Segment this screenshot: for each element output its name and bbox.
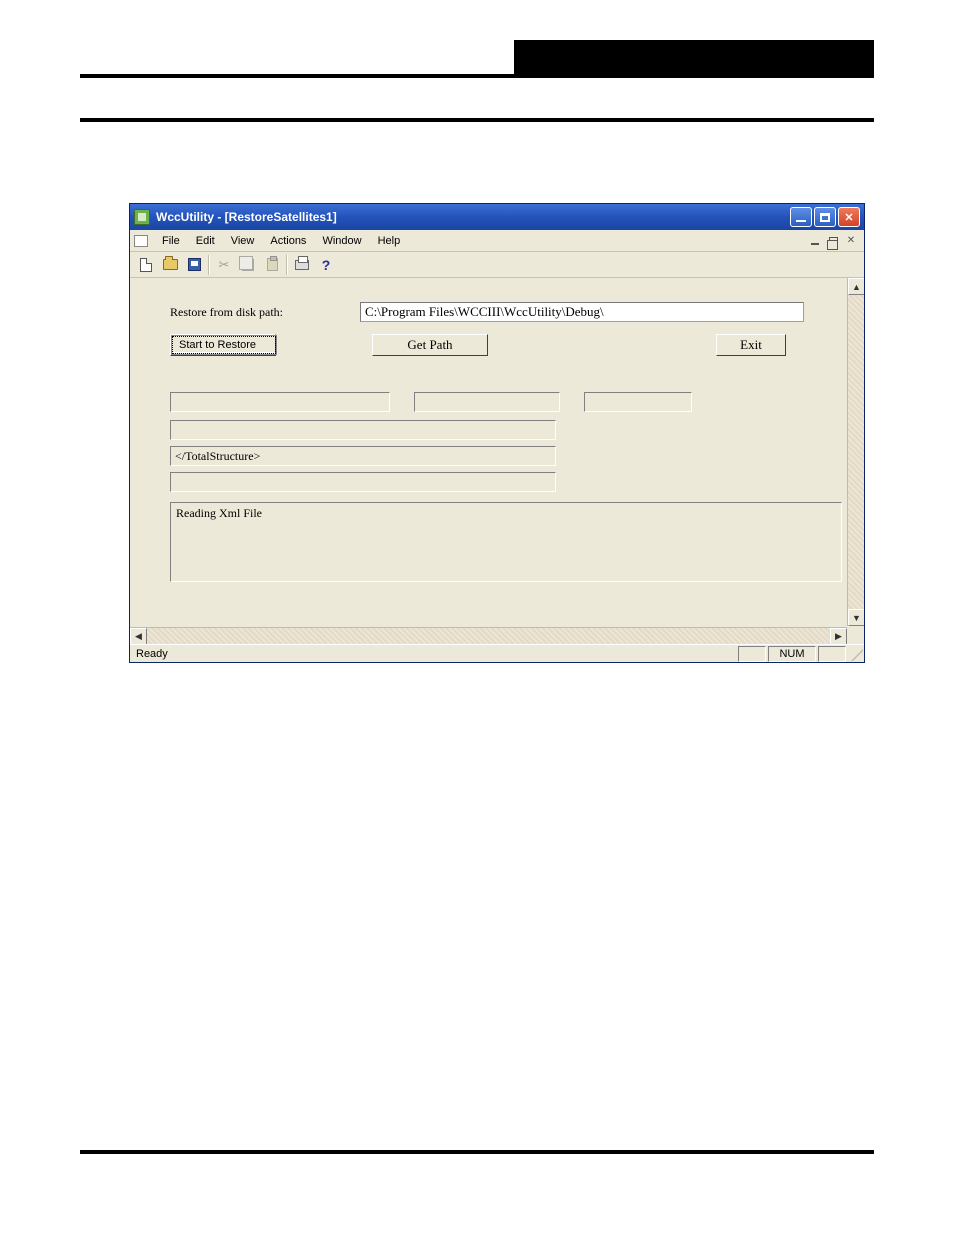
status-field-3 <box>584 392 692 412</box>
menu-actions[interactable]: Actions <box>262 232 314 250</box>
rule-1 <box>80 74 874 78</box>
path-label: Restore from disk path: <box>170 305 360 320</box>
window-title: WccUtility - [RestoreSatellites1] <box>156 210 790 224</box>
toolbar-new-button[interactable] <box>134 254 158 276</box>
horizontal-scrollbar[interactable]: ◀ ▶ <box>130 627 847 644</box>
status-cell-blank <box>738 646 766 662</box>
paste-icon <box>267 258 278 271</box>
menu-file[interactable]: File <box>154 232 188 250</box>
scroll-track[interactable] <box>848 295 864 609</box>
menu-edit[interactable]: Edit <box>188 232 223 250</box>
status-line-b: </TotalStructure> <box>170 446 556 466</box>
mdi-restore-button[interactable] <box>824 233 842 249</box>
new-file-icon <box>140 258 152 272</box>
get-path-button[interactable]: Get Path <box>372 334 488 356</box>
status-numlock: NUM <box>768 646 816 662</box>
mdi-close-button[interactable] <box>842 233 860 249</box>
print-icon <box>295 260 309 270</box>
toolbar-cut-button[interactable]: ✂ <box>212 254 236 276</box>
titlebar[interactable]: WccUtility - [RestoreSatellites1] <box>130 204 864 230</box>
exit-button[interactable]: Exit <box>716 334 786 356</box>
help-icon: ? <box>322 257 331 273</box>
status-cell-blank2 <box>818 646 846 662</box>
toolbar-save-button[interactable] <box>182 254 206 276</box>
cut-icon: ✂ <box>219 257 230 273</box>
window-minimize-button[interactable] <box>790 207 812 227</box>
rule-3 <box>80 1150 874 1154</box>
app-window: WccUtility - [RestoreSatellites1] File E… <box>129 203 865 663</box>
open-folder-icon <box>163 259 178 270</box>
menu-view[interactable]: View <box>223 232 263 250</box>
toolbar-open-button[interactable] <box>158 254 182 276</box>
toolbar: ✂ ? <box>130 252 864 278</box>
toolbar-separator <box>208 255 210 275</box>
start-restore-button[interactable]: Start to Restore <box>172 336 276 354</box>
header-black-block <box>514 40 874 74</box>
copy-icon <box>242 259 254 271</box>
restore-path-input[interactable] <box>360 302 804 322</box>
status-line-a <box>170 420 556 440</box>
toolbar-separator <box>286 255 288 275</box>
vertical-scrollbar[interactable]: ▲ ▼ <box>847 278 864 626</box>
status-field-1 <box>170 392 390 412</box>
scroll-track[interactable] <box>147 628 830 644</box>
scroll-corner <box>847 627 864 644</box>
mdi-minimize-button[interactable] <box>806 233 824 249</box>
status-line-c <box>170 472 556 492</box>
window-close-button[interactable] <box>838 207 860 227</box>
scroll-up-button[interactable]: ▲ <box>848 278 864 295</box>
client-area: Restore from disk path: Start to Restore… <box>130 278 864 644</box>
app-icon <box>134 209 150 225</box>
window-maximize-button[interactable] <box>814 207 836 227</box>
status-ready: Ready <box>130 648 738 660</box>
menu-window[interactable]: Window <box>314 232 369 250</box>
rule-2 <box>80 118 874 122</box>
menubar: File Edit View Actions Window Help <box>130 230 864 252</box>
log-output: Reading Xml File <box>170 502 842 582</box>
scroll-left-button[interactable]: ◀ <box>130 628 147 644</box>
menu-help[interactable]: Help <box>370 232 409 250</box>
toolbar-help-button[interactable]: ? <box>314 254 338 276</box>
mdi-document-icon[interactable] <box>134 235 148 247</box>
toolbar-print-button[interactable] <box>290 254 314 276</box>
statusbar: Ready NUM <box>130 644 864 662</box>
save-disk-icon <box>188 258 201 271</box>
scroll-right-button[interactable]: ▶ <box>830 628 847 644</box>
toolbar-paste-button[interactable] <box>260 254 284 276</box>
toolbar-copy-button[interactable] <box>236 254 260 276</box>
status-field-2 <box>414 392 560 412</box>
scroll-down-button[interactable]: ▼ <box>848 609 864 626</box>
resize-grip[interactable] <box>848 646 864 662</box>
